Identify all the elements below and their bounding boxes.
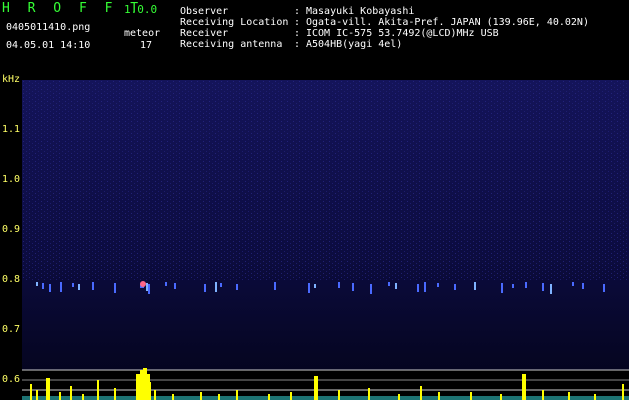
signal-bar	[82, 394, 84, 400]
meteor-echo	[236, 284, 238, 290]
meteor-echo	[114, 283, 116, 293]
y-tick: 0.8	[2, 274, 21, 285]
meteor-echo	[501, 283, 503, 293]
meteor-echo	[424, 282, 426, 292]
signal-bar	[290, 392, 292, 400]
location-sep: :	[294, 17, 301, 28]
signal-bar	[500, 394, 502, 400]
meteor-echo	[92, 282, 94, 290]
meteor-echo	[220, 283, 222, 287]
meteor-echo	[437, 283, 439, 287]
meteor-echo	[582, 283, 584, 289]
meteor-echo	[308, 283, 310, 293]
meteor-echo	[148, 284, 150, 294]
signal-bar	[46, 378, 50, 400]
signal-bar	[594, 394, 596, 400]
signal-bar	[154, 390, 156, 400]
meteor-echo	[352, 283, 354, 291]
meteor-echo	[572, 282, 574, 286]
signal-bar	[470, 392, 472, 400]
meteor-echo	[603, 284, 605, 292]
antenna-sep: :	[294, 39, 301, 50]
meteor-echo	[78, 284, 80, 290]
signal-bar	[420, 386, 422, 400]
signal-bar	[59, 392, 61, 400]
meteor-echo	[36, 282, 38, 286]
app-version: 1.0.0	[124, 3, 158, 16]
spectrogram	[22, 80, 629, 400]
signal-bar	[218, 394, 220, 400]
signal-bar	[36, 390, 38, 400]
signal-bar	[114, 388, 116, 400]
signal-bar	[438, 392, 440, 400]
y-tick: 0.7	[2, 324, 21, 335]
meteor-echo	[174, 283, 176, 289]
signal-bar	[97, 380, 99, 400]
signal-bar	[568, 392, 570, 400]
signal-bar	[314, 376, 318, 400]
y-tick: 1.1	[2, 124, 21, 135]
meteor-echo	[454, 284, 456, 290]
y-tick: 0.9	[2, 224, 21, 235]
signal-bar	[522, 374, 526, 400]
y-axis-unit: kHz	[2, 74, 21, 85]
signal-bar	[368, 388, 370, 400]
signal-bar	[136, 374, 140, 400]
meteor-label: meteor	[124, 28, 161, 39]
antenna-label: Receiving antenna	[180, 39, 283, 50]
datetime: 04.05.01 14:10	[6, 40, 91, 51]
meteor-echo	[388, 282, 390, 286]
observer-label: Observer	[180, 6, 229, 17]
app-title: H R O F F T	[2, 1, 144, 16]
signal-bar	[149, 382, 151, 400]
location-label: Receiving Location	[180, 17, 289, 28]
signal-bar	[236, 390, 238, 400]
meteor-echo-strong	[140, 281, 146, 287]
meteor-echo	[42, 283, 44, 289]
signal-bar	[542, 390, 544, 400]
meteor-echo	[72, 283, 74, 287]
spectrogram-noise	[22, 80, 629, 280]
signal-bar	[70, 386, 72, 400]
meteor-echo	[146, 283, 148, 291]
receiver-sep: :	[294, 28, 301, 39]
location-value: Ogata-vill. Akita-Pref. JAPAN (139.96E, …	[306, 17, 589, 28]
meteor-echo	[417, 284, 419, 292]
meteor-echo	[395, 283, 397, 289]
signal-strength-bars	[22, 368, 629, 400]
signal-bar	[622, 384, 624, 400]
signal-bar	[172, 394, 174, 400]
meteor-echo	[49, 284, 51, 292]
signal-bar	[268, 394, 270, 400]
y-tick: 0.6	[2, 374, 21, 385]
meteor-echo	[542, 283, 544, 291]
signal-bar	[200, 392, 202, 400]
receiver-value: ICOM IC-575 53.7492(@LCD)MHz USB	[306, 28, 499, 39]
meteor-echo	[512, 284, 514, 288]
signal-bar	[338, 390, 340, 400]
meteor-echo	[215, 282, 217, 292]
meteor-count: 17	[140, 40, 153, 51]
meteor-echo	[165, 282, 167, 286]
meteor-echo	[204, 284, 206, 292]
meteor-echo	[274, 282, 276, 290]
y-tick: 1.0	[2, 174, 21, 185]
observer-sep: :	[294, 6, 301, 17]
meteor-echo	[60, 282, 62, 292]
meteor-echo	[525, 282, 527, 288]
meteor-echo	[314, 284, 316, 288]
signal-bar	[398, 394, 400, 400]
filename: 0405011410.png	[6, 22, 91, 33]
antenna-value: A504HB(yagi 4el)	[306, 39, 403, 50]
meteor-echo	[370, 284, 372, 294]
meteor-echo	[338, 282, 340, 288]
meteor-echo	[474, 282, 476, 290]
signal-baseline	[22, 396, 629, 400]
receiver-label: Receiver	[180, 28, 229, 39]
meteor-echo	[550, 284, 552, 294]
signal-bar	[30, 384, 32, 400]
observer-value: Masayuki Kobayashi	[306, 6, 415, 17]
